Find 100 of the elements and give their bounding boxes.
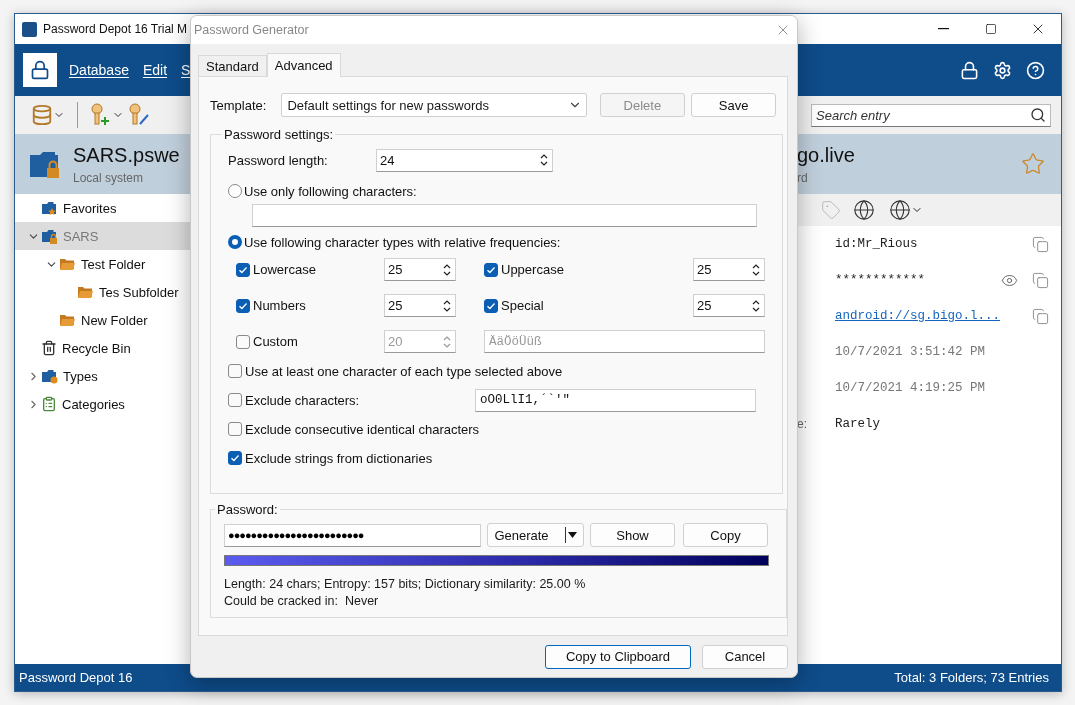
frequency-spinbox[interactable]: 25 [384, 258, 456, 281]
lock-icon[interactable] [960, 60, 979, 80]
caret-icon[interactable] [567, 532, 577, 538]
database-name: SARS.pswe [73, 143, 180, 167]
characters-field[interactable] [252, 203, 757, 227]
password-stats: Length: 24 chars; Entropy: 157 bits; Dictionary similarity: 25.00 % [224, 576, 587, 593]
app-icon [22, 21, 37, 37]
database-location: Local system [73, 170, 145, 185]
exclude-characters-field[interactable]: oO0LlI1,´`'" [475, 388, 756, 412]
search-icon[interactable] [1030, 106, 1046, 123]
checkbox-label: Numbers [253, 298, 306, 313]
checkbox[interactable] [236, 298, 250, 313]
entry-title: go.live [797, 143, 855, 167]
help-icon[interactable] [1026, 60, 1045, 80]
globe-icon [889, 199, 911, 221]
field-value: Rarely [835, 417, 880, 431]
field-label: e: [797, 417, 808, 431]
folder-icon [59, 257, 76, 271]
spin-arrows-icon[interactable] [539, 152, 549, 168]
field-value: 10/7/2021 4:19:25 PM [835, 381, 986, 395]
checkbox-label: Use at least one character of each type selected above [245, 363, 563, 379]
maximize-icon [984, 23, 997, 35]
menu-item[interactable]: Database [69, 62, 129, 78]
check-icon [486, 264, 496, 275]
copy-icon[interactable] [1032, 235, 1049, 253]
tab[interactable]: Advanced [266, 53, 341, 77]
field-value: ************ [835, 273, 925, 287]
action-button[interactable]: Show [590, 523, 675, 547]
crack-time: Could be cracked in: Never [224, 593, 380, 610]
lock-icon [30, 60, 50, 80]
password-field[interactable]: ●●●●●●●●●●●●●●●●●●●●●●●● [224, 523, 481, 547]
checkbox-label: Lowercase [253, 262, 316, 277]
entry-subtitle: rd [797, 170, 809, 185]
globe-icon[interactable] [853, 199, 875, 221]
trash-icon [41, 340, 57, 356]
group-title: Password settings: [223, 127, 335, 142]
template-dropdown[interactable]: Default settings for new passwords [281, 93, 587, 117]
frequency-spinbox[interactable]: 25 [384, 294, 456, 317]
frequency-spinbox[interactable]: 25 [693, 294, 765, 317]
key-plus-icon [90, 103, 112, 127]
tree-item[interactable]: Test Folder [15, 250, 191, 278]
tree-item[interactable]: New Folder [15, 306, 191, 334]
checkbox[interactable] [228, 451, 242, 465]
list-icon [41, 396, 57, 412]
url-link[interactable]: android://sg.bigo.l... [835, 309, 1001, 323]
generate-button[interactable]: Generate [487, 523, 584, 547]
menu-item[interactable]: Edit [142, 62, 168, 78]
checkbox-label: Exclude strings from dictionaries [245, 450, 433, 466]
folder-icon [77, 285, 94, 299]
check-icon [238, 264, 248, 275]
tree-item[interactable]: Favorites [15, 194, 191, 222]
dialog-button[interactable]: Cancel [702, 644, 788, 669]
checkbox[interactable] [228, 422, 242, 436]
field-value: 10/7/2021 3:51:42 PM [835, 345, 986, 359]
length-spinbox[interactable]: 24 [376, 148, 553, 172]
tab[interactable]: Standard [198, 55, 267, 76]
search-field[interactable]: Search entry [811, 103, 1051, 127]
radio-label: Use only following characters: [244, 183, 417, 199]
checkbox[interactable] [484, 262, 498, 277]
status-text: Total: 3 Folders; 73 Entries [894, 670, 1049, 685]
template-label: Template: [210, 97, 267, 113]
checkbox[interactable] [236, 262, 250, 277]
star-icon[interactable] [1021, 152, 1045, 176]
field-value: id:Mr_Rious [835, 237, 918, 251]
folder-star-icon [41, 200, 58, 216]
copy-icon[interactable] [1032, 307, 1049, 325]
template-button[interactable]: Save [691, 93, 776, 117]
group-title: Password: [216, 502, 279, 517]
check-icon [486, 300, 496, 311]
length-label: Password length: [228, 152, 329, 168]
tree-item[interactable]: Tes Subfolder [15, 278, 191, 306]
checkbox[interactable] [228, 364, 242, 378]
radio-button[interactable] [228, 235, 242, 249]
tree-item[interactable]: Categories [15, 390, 191, 418]
folder-icon [59, 313, 76, 327]
radio-button[interactable] [228, 184, 242, 198]
tree-item[interactable]: Recycle Bin [15, 334, 191, 362]
checkbox-label: Special [501, 298, 544, 313]
menu-item[interactable]: S [181, 62, 191, 78]
key-pencil-icon [128, 103, 152, 127]
check-icon [238, 300, 248, 311]
minimize-icon [938, 28, 949, 30]
checkbox-label: Exclude characters: [245, 392, 361, 408]
copy-icon[interactable] [1032, 271, 1049, 289]
radio-label: Use following character types with relative frequencies: [244, 234, 561, 250]
tree-item[interactable]: Types [15, 362, 191, 390]
checkbox[interactable] [484, 298, 498, 313]
action-button[interactable]: Copy [683, 523, 768, 547]
folder-lock-icon [29, 149, 61, 179]
checkbox-label: Uppercase [501, 262, 564, 277]
folder-lock-icon [41, 228, 58, 244]
folder-icon [41, 368, 58, 384]
checkbox[interactable] [228, 393, 242, 407]
dialog-button[interactable]: Copy to Clipboard [545, 644, 691, 669]
frequency-spinbox[interactable]: 25 [693, 258, 765, 281]
checkbox-label: Exclude consecutive identical characters [245, 421, 480, 437]
database-icon [31, 104, 53, 126]
window-title: Password Depot 16 Trial M [43, 22, 188, 36]
checkbox-label: Custom [253, 334, 298, 349]
settings-icon[interactable] [993, 60, 1012, 80]
